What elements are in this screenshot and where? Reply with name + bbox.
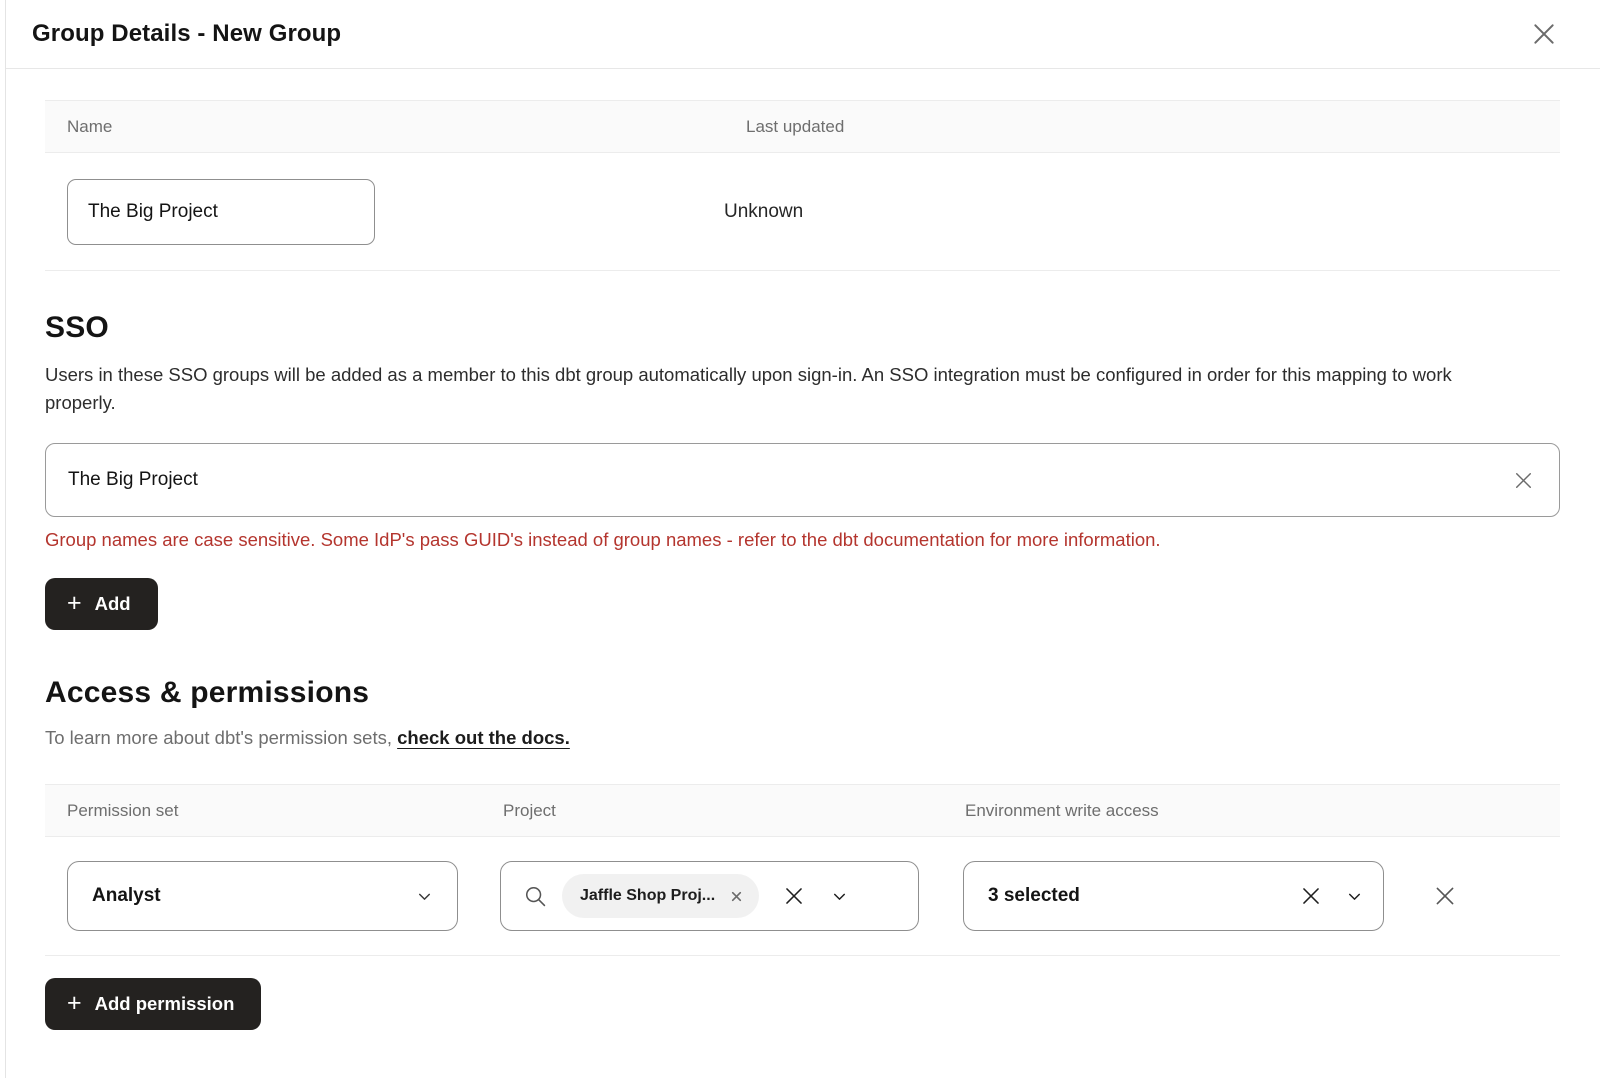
permissions-section: Access & permissions To learn more about… bbox=[45, 676, 1560, 1030]
environment-value: 3 selected bbox=[988, 885, 1298, 907]
permission-set-select[interactable]: Analyst bbox=[67, 861, 458, 931]
project-chip-label: Jaffle Shop Proj... bbox=[580, 887, 715, 905]
project-chip: Jaffle Shop Proj... bbox=[562, 874, 759, 918]
chevron-down-icon bbox=[416, 888, 433, 905]
sso-group-clear-button[interactable] bbox=[1511, 468, 1536, 493]
docs-text: To learn more about dbt's permission set… bbox=[45, 727, 397, 748]
column-header-project: Project bbox=[481, 801, 943, 821]
sso-heading: SSO bbox=[45, 311, 1560, 345]
chevron-down-icon[interactable] bbox=[831, 888, 848, 905]
project-clear-button[interactable] bbox=[781, 883, 807, 909]
permissions-heading: Access & permissions bbox=[45, 676, 1560, 710]
group-details-modal: Group Details - New Group Name Last upda… bbox=[5, 0, 1600, 1078]
group-table-header: Name Last updated bbox=[45, 100, 1560, 153]
add-button-label: Add bbox=[95, 593, 131, 615]
add-sso-group-button[interactable]: + Add bbox=[45, 578, 158, 630]
close-icon bbox=[1528, 18, 1560, 50]
column-header-last-updated: Last updated bbox=[724, 117, 1560, 137]
chevron-down-icon[interactable] bbox=[1346, 888, 1363, 905]
plus-icon: + bbox=[67, 591, 82, 616]
clear-icon bbox=[781, 883, 807, 909]
permissions-table: Permission set Project Environment write… bbox=[45, 784, 1560, 956]
column-header-name: Name bbox=[45, 117, 724, 137]
permissions-docs-line: To learn more about dbt's permission set… bbox=[45, 727, 1560, 749]
chip-remove-icon[interactable] bbox=[730, 890, 743, 903]
group-name-table: Name Last updated Unknown bbox=[45, 100, 1560, 271]
add-permission-button[interactable]: + Add permission bbox=[45, 978, 261, 1030]
page-title: Group Details - New Group bbox=[32, 20, 341, 48]
project-multiselect[interactable]: Jaffle Shop Proj... bbox=[500, 861, 919, 931]
column-header-environment-write-access: Environment write access bbox=[943, 801, 1560, 821]
group-name-input[interactable] bbox=[67, 179, 375, 245]
sso-group-field bbox=[45, 443, 1560, 517]
plus-icon: + bbox=[67, 991, 82, 1016]
sso-warning-text: Group names are case sensitive. Some IdP… bbox=[45, 529, 1560, 551]
clear-icon bbox=[1511, 468, 1536, 493]
column-header-permission-set: Permission set bbox=[45, 801, 481, 821]
delete-permission-row-button[interactable] bbox=[1431, 882, 1459, 910]
last-updated-value: Unknown bbox=[724, 201, 1560, 223]
close-button[interactable] bbox=[1528, 18, 1560, 50]
permission-row: Analyst Jaffle bbox=[45, 837, 1560, 956]
modal-content: Name Last updated Unknown SSO Users in t… bbox=[6, 100, 1600, 1030]
modal-header: Group Details - New Group bbox=[6, 0, 1600, 69]
group-table-row: Unknown bbox=[45, 153, 1560, 271]
delete-icon bbox=[1431, 882, 1459, 910]
permissions-table-header: Permission set Project Environment write… bbox=[45, 784, 1560, 837]
environment-multiselect[interactable]: 3 selected bbox=[963, 861, 1384, 931]
sso-group-input[interactable] bbox=[45, 443, 1560, 517]
sso-section: SSO Users in these SSO groups will be ad… bbox=[45, 311, 1560, 630]
clear-icon bbox=[1298, 883, 1324, 909]
sso-description: Users in these SSO groups will be added … bbox=[45, 361, 1525, 417]
add-permission-button-label: Add permission bbox=[95, 993, 235, 1015]
permission-set-value: Analyst bbox=[92, 885, 161, 907]
docs-link[interactable]: check out the docs. bbox=[397, 727, 570, 748]
environment-clear-button[interactable] bbox=[1298, 883, 1324, 909]
search-icon bbox=[523, 884, 548, 909]
